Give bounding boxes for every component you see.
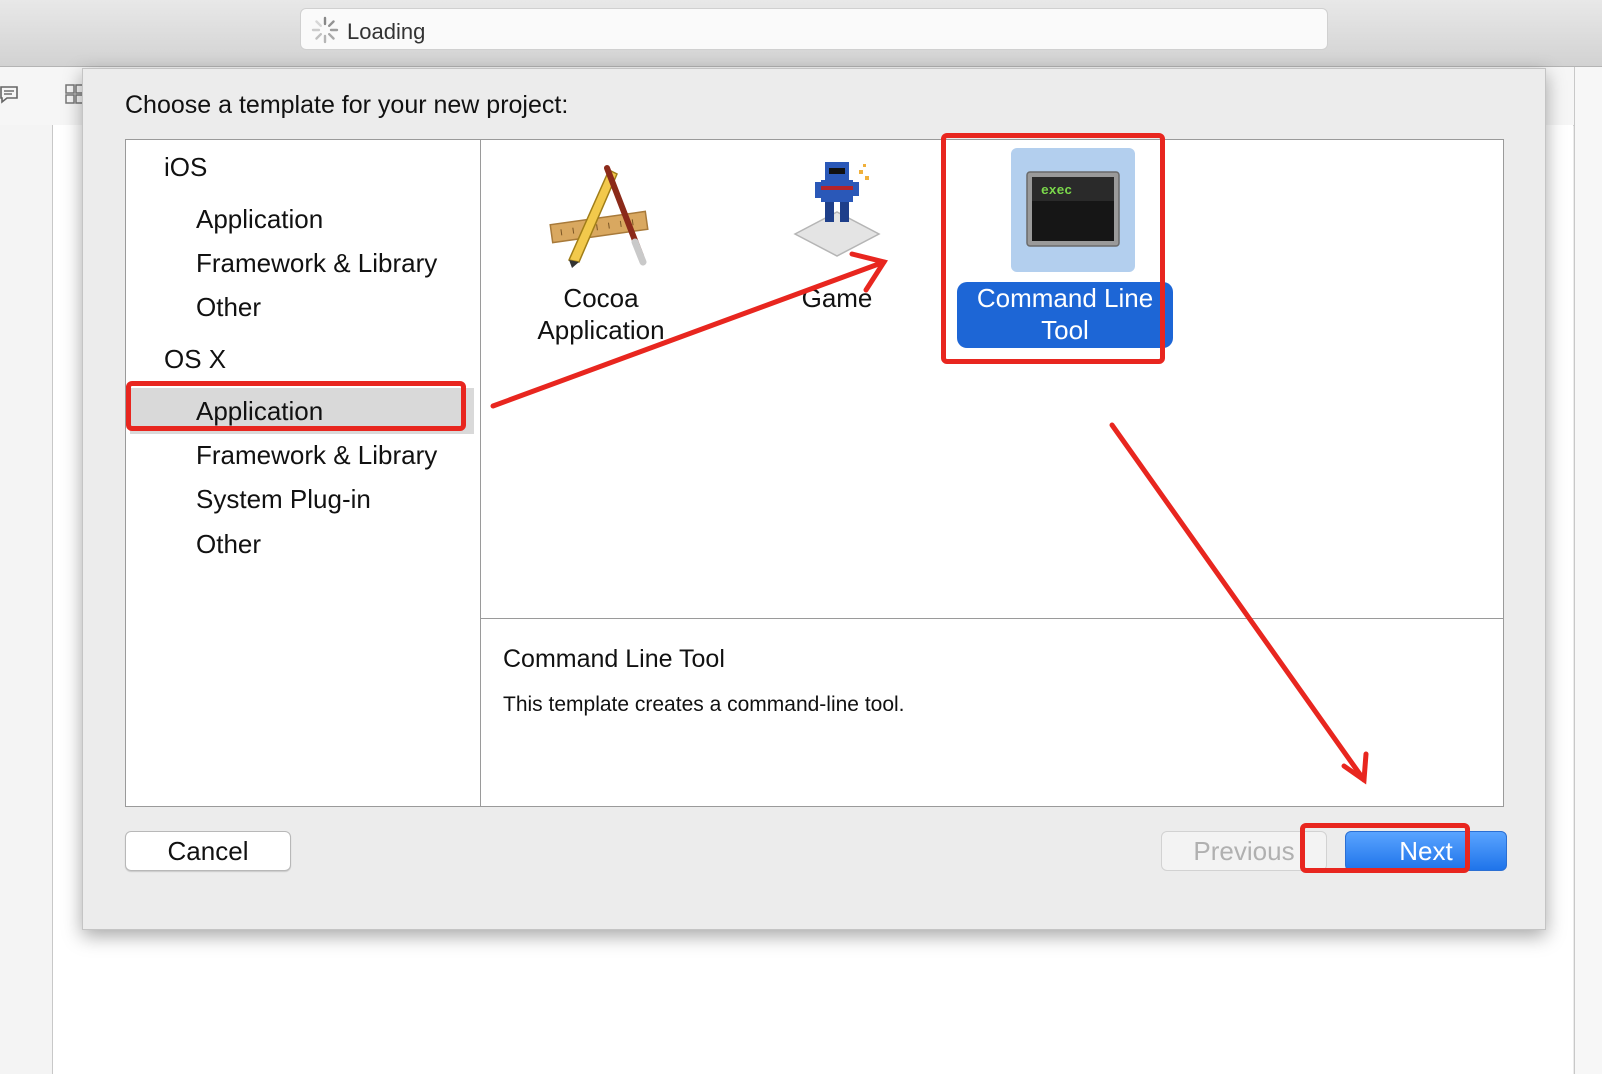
utilities-pane: [1574, 67, 1602, 1074]
group-label-osx: OS X: [164, 344, 227, 374]
sidebar-item-ios-framework-library[interactable]: Framework & Library: [130, 240, 474, 286]
group-label-ios: iOS: [164, 152, 208, 182]
comment-icon[interactable]: [0, 83, 24, 107]
spinner-icon: [311, 16, 339, 44]
cancel-button[interactable]: Cancel: [125, 831, 291, 871]
description-title: Command Line Tool: [503, 645, 725, 673]
sidebar-item-ios-other[interactable]: Other: [130, 284, 474, 330]
cocoa-app-icon: [539, 148, 663, 272]
navigator-pane: [0, 125, 53, 1074]
sidebar-item-osx-other[interactable]: Other: [130, 521, 474, 567]
annotation-highlight-osx-application: [126, 381, 466, 431]
window-titlebar: Loading: [0, 0, 1602, 67]
template-game[interactable]: Game: [717, 148, 957, 368]
template-label: Game: [801, 283, 873, 313]
platform-sidebar: iOS Application Framework & Library Othe…: [126, 140, 481, 806]
new-project-sheet: Choose a template for your new project: …: [82, 68, 1546, 930]
sidebar-item-ios-application[interactable]: Application: [130, 196, 474, 242]
annotation-highlight-command-line-tool: [941, 133, 1165, 364]
loading-status-text: Loading: [347, 19, 426, 44]
template-cocoa-application[interactable]: Cocoa Application: [481, 148, 721, 368]
sidebar-item-osx-framework-library[interactable]: Framework & Library: [130, 432, 474, 478]
sidebar-item-osx-system-plugin[interactable]: System Plug-in: [130, 476, 474, 522]
template-label: Cocoa Application: [537, 283, 665, 345]
sheet-title: Choose a template for your new project:: [125, 91, 569, 119]
template-chooser: iOS Application Framework & Library Othe…: [125, 139, 1504, 807]
description-text: This template creates a command-line too…: [503, 693, 905, 716]
game-ninja-icon: [775, 148, 899, 272]
activity-status-field: Loading: [300, 8, 1328, 50]
annotation-highlight-next-button: [1300, 823, 1470, 873]
template-description: Command Line Tool This template creates …: [481, 619, 1503, 805]
